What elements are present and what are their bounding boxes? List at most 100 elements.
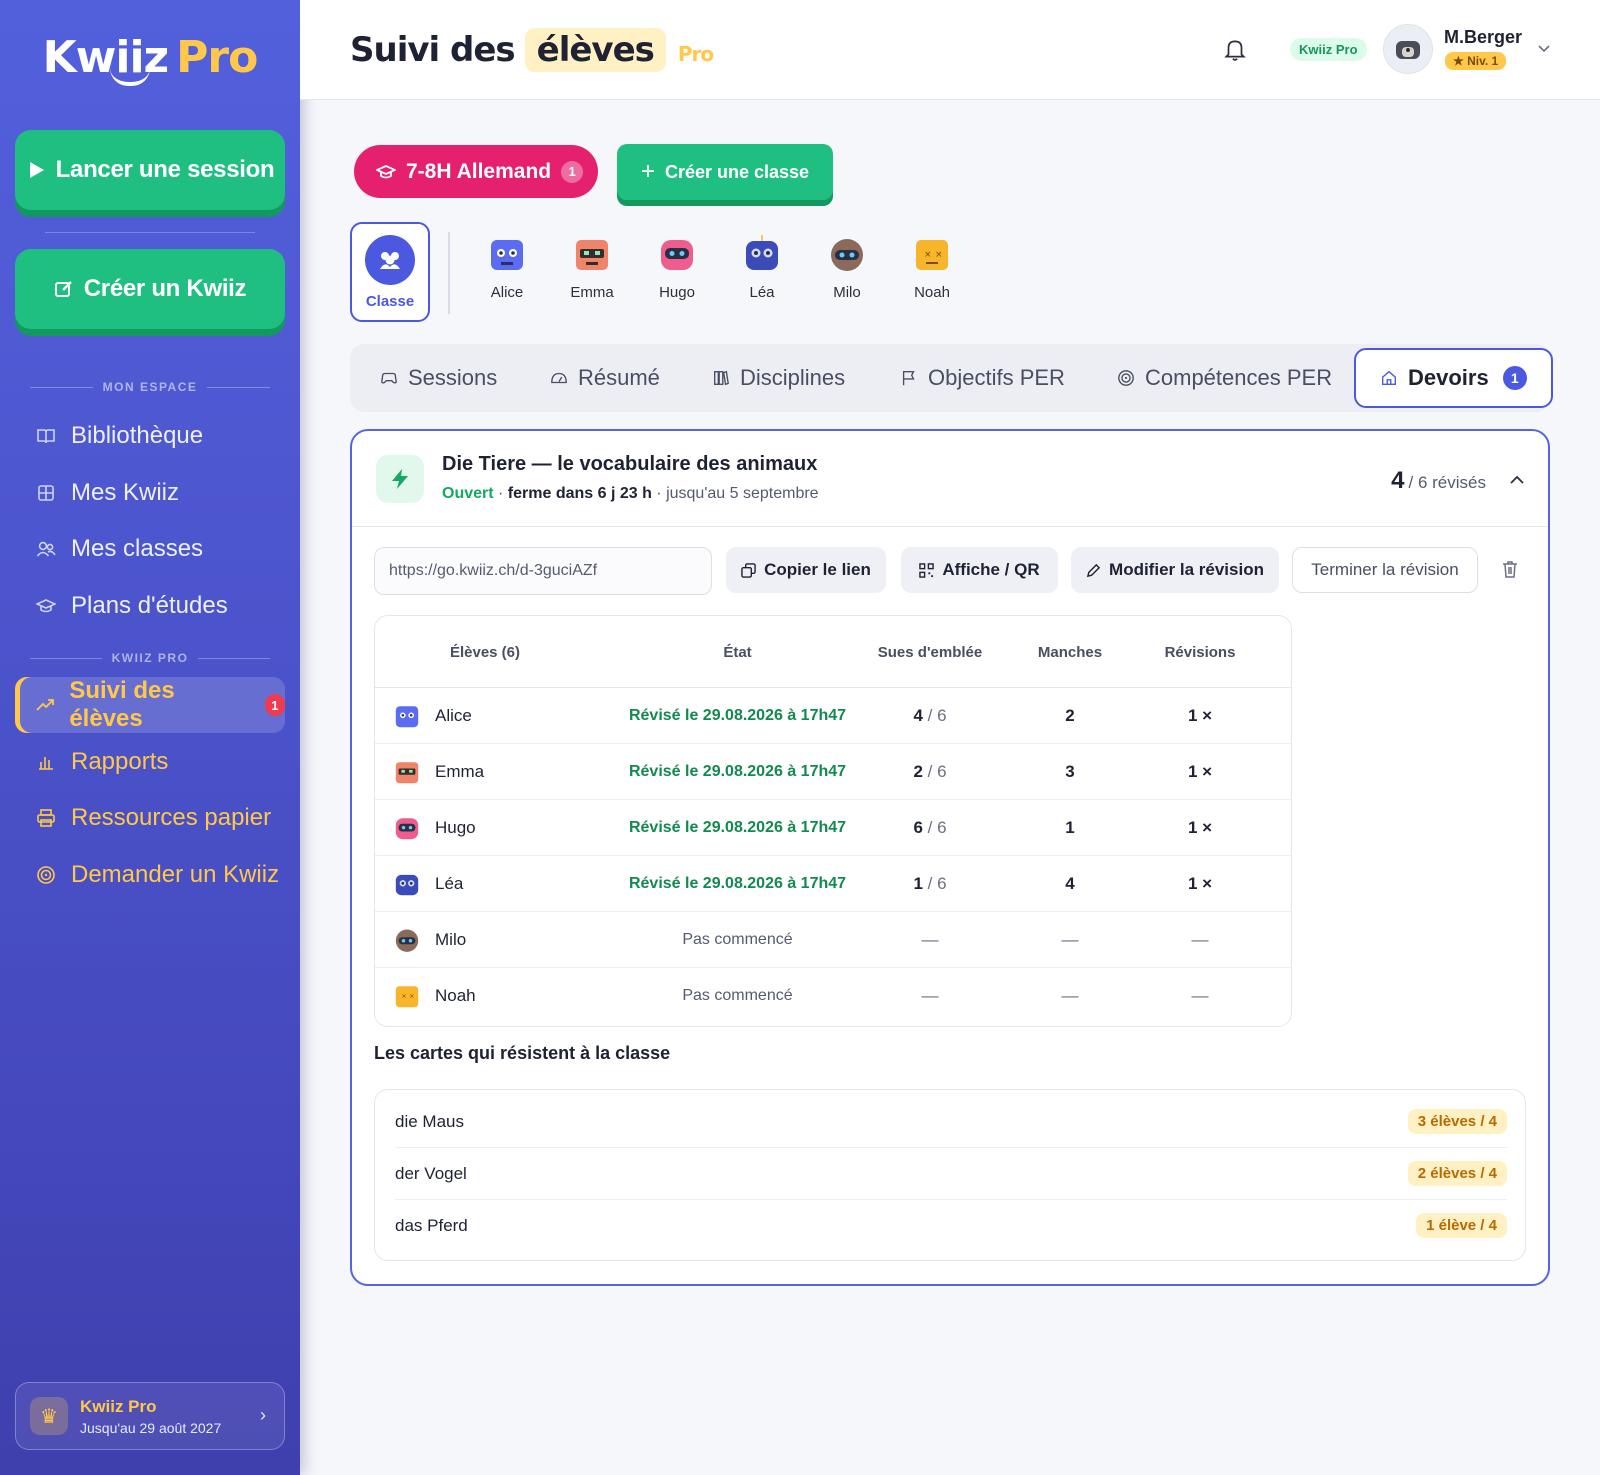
sidebar-item-my-classes[interactable]: Mes classes (15, 521, 285, 577)
card-count-badge: 1 élève / 4 (1416, 1213, 1507, 1238)
rounds-cell: — (1061, 986, 1079, 1005)
trash-icon[interactable] (1500, 559, 1520, 579)
plus-icon: + (640, 158, 655, 185)
state-cell: Révisé le 29.08.2026 à 17h47 (628, 763, 847, 780)
student-name: Alice (490, 284, 524, 301)
page-title-text: Suivi des (350, 30, 516, 70)
robot-avatar-icon (661, 240, 693, 270)
tab-per-skills[interactable]: Compétences PER (1117, 344, 1332, 412)
sidebar-item-paper-resources[interactable]: Ressources papier (15, 790, 285, 846)
homework-card: Die Tiere — le vocabulaire des animaux O… (350, 429, 1550, 1286)
list-item[interactable]: die Maus 3 élèves / 4 (395, 1096, 1507, 1148)
create-kwiiz-button[interactable]: Créer un Kwiiz (15, 249, 285, 329)
level-badge: ★ Niv. 1 (1445, 52, 1507, 70)
student-name: Léa (749, 284, 775, 301)
sidebar-item-library[interactable]: Bibliothèque (15, 408, 285, 464)
sidebar-item-study-plans[interactable]: Plans d'études (15, 578, 285, 634)
sidebar-item-request-kwiiz[interactable]: Demander un Kwiiz (15, 847, 285, 903)
logo-text: Kwiiz (42, 32, 170, 83)
table-header: Élèves (6) État Sues d'emblée Manches Ré… (375, 616, 1291, 688)
table-row[interactable]: Hugo Révisé le 29.08.2026 à 17h47 6 / 6 … (375, 800, 1291, 856)
create-class-button[interactable]: + Créer une classe (617, 144, 833, 200)
sidebar-item-reports[interactable]: Rapports (15, 734, 285, 790)
plan-pill: Kwiiz Pro (1290, 38, 1367, 61)
subscription-card[interactable]: ♛ Kwiiz Pro Jusqu'au 29 août 2027 › (15, 1382, 285, 1450)
bell-icon[interactable] (1222, 36, 1248, 62)
student-tile-class[interactable]: Classe (350, 222, 430, 322)
column-header: Manches (1037, 643, 1103, 661)
avatar[interactable] (1383, 24, 1433, 74)
student-name: Hugo (435, 818, 476, 837)
tab-summary[interactable]: Résumé (550, 344, 660, 412)
chevron-right-icon: › (260, 1405, 266, 1425)
student-tile[interactable]: Alice (467, 234, 547, 301)
logo-smile-icon (110, 68, 150, 86)
user-name[interactable]: M.Berger (1444, 27, 1522, 48)
tab-per-objectives[interactable]: Objectifs PER (900, 344, 1065, 412)
chevron-down-icon[interactable] (1536, 40, 1552, 56)
chevron-up-icon[interactable] (1508, 471, 1526, 489)
table-row[interactable]: Milo Pas commencé — — — (375, 912, 1291, 968)
finish-revision-button[interactable]: Terminer la révision (1292, 547, 1478, 593)
state-cell: Révisé le 29.08.2026 à 17h47 (628, 819, 847, 836)
tab-label: Sessions (408, 365, 498, 390)
sidebar-item-my-kwiiz[interactable]: Mes Kwiiz (15, 465, 285, 521)
notification-badge: 1 (264, 694, 285, 716)
card-word: der Vogel (395, 1163, 467, 1183)
known-total: / 6 (927, 874, 947, 893)
student-tile[interactable]: Léa (722, 234, 802, 301)
copy-link-button[interactable]: Copier le lien (726, 547, 886, 593)
column-header: Révisions (1164, 643, 1236, 661)
rounds-cell: — (1061, 930, 1079, 949)
sidebar-item-student-tracking[interactable]: Suivi des élèves 1 (15, 677, 285, 733)
launch-session-button[interactable]: Lancer une session (15, 130, 285, 210)
play-icon (29, 162, 44, 178)
class-selector[interactable]: 7-8H Allemand 1 (354, 145, 598, 198)
tab-label: Compétences PER (1145, 365, 1333, 390)
card-word: die Maus (395, 1111, 464, 1131)
table-row[interactable]: Léa Révisé le 29.08.2026 à 17h47 1 / 6 4… (375, 856, 1291, 912)
section-label-pro: KWIIZ PRO (30, 651, 270, 665)
robot-avatar-icon (395, 818, 419, 840)
student-tile[interactable]: Emma (552, 234, 632, 301)
student-tile[interactable]: × × Noah (892, 234, 972, 301)
student-cell: Milo (393, 912, 466, 968)
tab-disciplines[interactable]: Disciplines (712, 344, 845, 412)
class-count-badge: 1 (561, 160, 584, 183)
table-row[interactable]: Emma Révisé le 29.08.2026 à 17h47 2 / 6 … (375, 744, 1291, 800)
sidebar-item-label: Suivi des élèves (69, 677, 175, 732)
plan-expiry: Jusqu'au 29 août 2027 (80, 1419, 222, 1436)
table-row[interactable]: × × Noah Pas commencé — — — (375, 968, 1291, 1024)
sidebar-item-label: Mes classes (71, 535, 204, 562)
rounds-cell: 2 (1065, 706, 1075, 725)
edit-revision-button[interactable]: Modifier la révision (1071, 547, 1279, 593)
revisions-cell: 1 × (1187, 762, 1213, 781)
target-icon (1118, 370, 1134, 386)
homework-header[interactable]: Die Tiere — le vocabulaire des animaux O… (352, 431, 1548, 527)
tab-label: Disciplines (740, 365, 846, 390)
logo-pro-text: Pro (176, 32, 258, 83)
tab-homework[interactable]: Devoirs 1 (1354, 348, 1553, 408)
homework-closes: ferme dans 6 j 23 h (507, 485, 652, 502)
display-qr-button[interactable]: Affiche / QR (901, 547, 1058, 593)
share-link-field[interactable]: https://go.kwiiz.ch/d-3guciAZf (374, 547, 712, 595)
state-cell: Révisé le 29.08.2026 à 17h47 (628, 707, 847, 724)
rounds-cell: 1 (1065, 818, 1075, 837)
group-icon (365, 234, 415, 285)
gauge-icon (551, 372, 567, 384)
student-tile[interactable]: Milo (807, 234, 887, 301)
card-count-badge: 3 élèves / 4 (1407, 1109, 1507, 1134)
student-name: Alice (435, 706, 472, 725)
student-tile[interactable]: Hugo (637, 234, 717, 301)
table-row[interactable]: Alice Révisé le 29.08.2026 à 17h47 4 / 6… (375, 688, 1291, 744)
revisions-cell: — (1191, 986, 1209, 1005)
tab-label: Résumé (578, 365, 660, 390)
tab-sessions[interactable]: Sessions (380, 344, 497, 412)
card-count-badge: 2 élèves / 4 (1407, 1161, 1507, 1186)
logo[interactable]: Kwiiz Pro (0, 32, 300, 83)
page-title-highlight: élèves (524, 28, 666, 72)
sidebar-item-label: Ressources papier (71, 804, 272, 831)
display-qr-label: Affiche / QR (942, 560, 1040, 579)
list-item[interactable]: der Vogel 2 élèves / 4 (395, 1148, 1507, 1200)
list-item[interactable]: das Pferd 1 élève / 4 (395, 1200, 1507, 1252)
